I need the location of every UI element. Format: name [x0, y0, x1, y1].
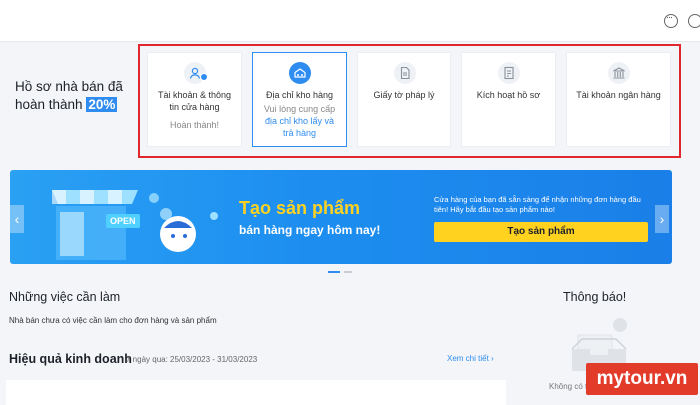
step-bank-account[interactable]: Tài khoản ngân hàng: [566, 52, 671, 147]
promo-banner: ‹ OPEN Tạo sản phẩm bán hàng ngay hôm na…: [10, 170, 672, 264]
step-legal-documents[interactable]: Giấy tờ pháp lý: [357, 52, 451, 147]
step-activate-profile[interactable]: Kích hoạt hồ sơ: [461, 52, 556, 147]
step-title: Giấy tờ pháp lý: [373, 90, 435, 100]
todo-subtitle: Nhà bán chưa có việc cần làm cho đơn hàn…: [9, 316, 217, 325]
banner-next-button[interactable]: ›: [655, 205, 669, 233]
banner-subline: bán hàng ngay hôm nay!: [239, 223, 381, 237]
create-product-button[interactable]: Tạo sản phẩm: [434, 222, 648, 242]
document-icon: [394, 62, 416, 84]
step-title: Tài khoản ngân hàng: [576, 90, 661, 100]
view-details-label: Xem chi tiết: [447, 354, 489, 363]
pagination-dot[interactable]: [344, 271, 352, 273]
warehouse-icon: [289, 62, 311, 84]
step-title: Địa chỉ kho hàng: [265, 90, 334, 100]
performance-title: Hiệu quả kinh doanh: [9, 352, 132, 366]
chat-icon[interactable]: [664, 12, 678, 28]
watermark: mytour.vn: [586, 363, 698, 395]
step-title: Kích hoạt hồ sơ: [476, 90, 541, 100]
performance-range: 7 ngày qua: 25/03/2023 - 31/03/2023: [126, 355, 258, 364]
step-account-info[interactable]: Tài khoản & thông tin cửa hàng Hoàn thàn…: [147, 52, 242, 147]
step-status: Hoàn thành!: [169, 120, 220, 130]
open-sign: OPEN: [110, 216, 136, 226]
banner-prev-button[interactable]: ‹: [10, 205, 24, 233]
pagination-dot-active[interactable]: [328, 271, 340, 273]
banner-description: Cửa hàng của bạn đã sẵn sàng để nhận nhữ…: [434, 195, 641, 214]
banner-pagination[interactable]: [328, 271, 358, 274]
notice-title: Thông báo!: [563, 290, 627, 304]
shop-illustration: OPEN: [52, 190, 218, 260]
check-badge-icon: [200, 73, 208, 81]
profile-progress-title: Hồ sơ nhà bán đã hoàn thành 20%: [15, 78, 140, 114]
step-hint-text: Vui lòng cung cấp: [263, 104, 336, 114]
step-title: Tài khoản & thông tin cửa hàng: [157, 90, 232, 112]
bank-icon: [608, 62, 630, 84]
more-icon[interactable]: [688, 14, 700, 28]
chevron-right-icon: ›: [491, 354, 494, 363]
todo-title: Những việc cần làm: [9, 290, 121, 304]
step-warehouse-address[interactable]: Địa chỉ kho hàng Vui lòng cung cấp địa c…: [252, 52, 347, 147]
step-hint-link[interactable]: địa chỉ kho lấy và trả hàng: [265, 116, 334, 138]
profile-icon: [498, 62, 520, 84]
view-details-link[interactable]: Xem chi tiết ›: [447, 354, 494, 363]
step-hint: Vui lòng cung cấp địa chỉ kho lấy và trả…: [253, 103, 346, 139]
progress-percent: 20%: [86, 97, 118, 112]
banner-headline: Tạo sản phẩm: [239, 198, 361, 218]
performance-card: [6, 380, 506, 405]
top-bar: [0, 0, 700, 42]
